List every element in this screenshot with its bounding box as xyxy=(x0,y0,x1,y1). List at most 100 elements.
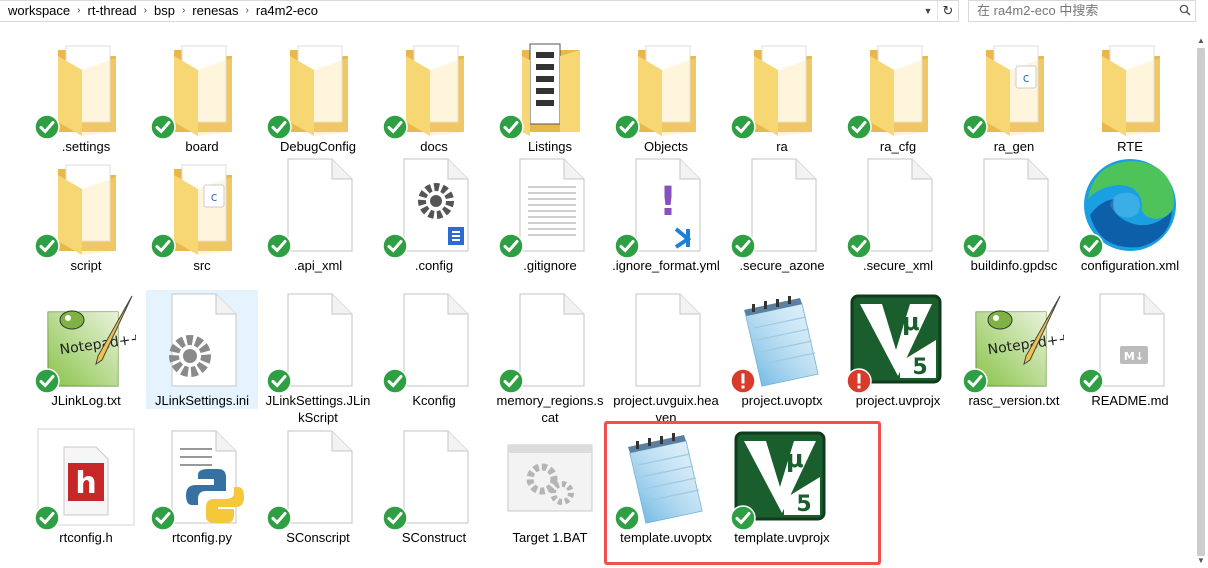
keil-uvision-icon: μ5 xyxy=(730,427,832,531)
file-item[interactable]: docs xyxy=(378,36,490,155)
file-item[interactable]: .gitignore xyxy=(494,155,606,274)
folder-c-icon: c xyxy=(962,36,1064,140)
chevron-right-icon[interactable]: › xyxy=(243,1,252,21)
sync-check-icon xyxy=(614,114,640,140)
file-item[interactable]: ra_cfg xyxy=(842,36,954,155)
file-item[interactable]: c ra_gen xyxy=(958,36,1070,155)
file-name-label: project.uvoptx xyxy=(741,393,823,408)
file-item[interactable]: template.uvoptx xyxy=(610,427,722,546)
file-name-label: docs xyxy=(420,139,448,154)
file-name-label: rtconfig.py xyxy=(172,530,232,545)
file-item[interactable]: project.uvguix.heaven xyxy=(610,290,722,426)
chevron-right-icon[interactable]: › xyxy=(74,1,83,21)
file-item[interactable]: Target 1.BAT xyxy=(494,427,606,546)
keil-uvision-icon: μ5 xyxy=(846,290,948,394)
file-item[interactable]: ra xyxy=(726,36,838,155)
file-name-label: project.uvguix.heaven xyxy=(613,393,719,425)
sync-check-icon xyxy=(382,114,408,140)
sync-check-icon xyxy=(846,233,872,259)
sync-check-icon xyxy=(614,233,640,259)
file-item[interactable]: c src xyxy=(146,155,258,274)
chevron-right-icon[interactable]: › xyxy=(141,1,150,21)
file-name-label: template.uvprojx xyxy=(734,530,830,545)
search-box[interactable] xyxy=(968,0,1196,22)
file-item[interactable]: Kconfig xyxy=(378,290,490,409)
sync-check-icon xyxy=(150,233,176,259)
batch-file-icon xyxy=(500,427,600,527)
search-icon[interactable] xyxy=(1179,4,1191,16)
file-name-label: Target 1.BAT xyxy=(512,530,588,545)
file-item[interactable]: M↓ README.md xyxy=(1074,290,1186,409)
refresh-icon[interactable]: ↻ xyxy=(937,1,958,21)
file-item[interactable]: JLinkSettings.ini xyxy=(146,290,258,409)
blank-file-icon xyxy=(498,290,600,394)
sync-check-icon xyxy=(962,368,988,394)
scrollbar-thumb[interactable] xyxy=(1197,48,1205,556)
file-item[interactable]: rtconfig.py xyxy=(146,427,258,546)
sync-check-icon xyxy=(1078,233,1104,259)
file-name-label: RTE xyxy=(1117,139,1143,154)
sync-check-icon xyxy=(382,505,408,531)
file-item[interactable]: configuration.xml xyxy=(1074,155,1186,274)
chevron-right-icon[interactable]: › xyxy=(179,1,188,21)
file-item[interactable]: .secure_azone xyxy=(726,155,838,274)
blank-file-icon xyxy=(266,290,368,394)
breadcrumb-item[interactable]: workspace xyxy=(4,1,74,21)
file-item[interactable]: Objects xyxy=(610,36,722,155)
file-item[interactable]: Notepad++ JLinkLog.txt xyxy=(30,290,143,409)
file-item[interactable]: .config xyxy=(378,155,490,274)
file-item[interactable]: script xyxy=(30,155,142,274)
scroll-down-icon[interactable]: ▼ xyxy=(1195,554,1207,566)
file-item[interactable]: DebugConfig xyxy=(262,36,374,155)
file-item[interactable]: SConstruct xyxy=(378,427,490,546)
address-bar[interactable]: workspace › rt-thread › bsp › renesas › ra4m2-ec… xyxy=(0,0,959,22)
folder-icon xyxy=(266,36,368,140)
file-item[interactable]: .api_xml xyxy=(262,155,374,274)
scroll-up-icon[interactable]: ▲ xyxy=(1195,34,1207,46)
yml-file-icon: ! xyxy=(614,155,716,259)
file-item[interactable]: Notepad++ rasc_version.txt xyxy=(958,290,1071,409)
svg-text:c: c xyxy=(1023,71,1030,85)
file-item[interactable]: Listings xyxy=(494,36,606,155)
folder-icon xyxy=(34,155,136,259)
file-item[interactable]: board xyxy=(146,36,258,155)
blank-file-icon xyxy=(266,427,368,531)
file-item[interactable]: RTE xyxy=(1074,36,1186,155)
file-name-label: .secure_azone xyxy=(739,258,825,273)
svg-text:c: c xyxy=(211,190,218,204)
python-file-icon xyxy=(150,427,252,531)
blank-file-icon xyxy=(266,155,368,259)
file-item[interactable]: .secure_xml xyxy=(842,155,954,274)
chevron-down-icon[interactable]: ▼ xyxy=(920,1,936,21)
file-item[interactable]: μ 5 project.uvprojx xyxy=(842,290,954,409)
search-input[interactable] xyxy=(977,1,1177,19)
svg-text:h: h xyxy=(75,466,96,501)
breadcrumb-item[interactable]: renesas xyxy=(188,1,242,21)
file-item[interactable]: .settings xyxy=(30,36,142,155)
blank-file-icon xyxy=(616,290,716,390)
folder-icon xyxy=(614,36,716,140)
file-name-label: Listings xyxy=(527,139,573,154)
file-item[interactable]: ! .ignore_format.yml xyxy=(610,155,722,274)
vertical-scrollbar[interactable]: ▲ ▼ xyxy=(1194,32,1208,568)
folder-icon xyxy=(150,36,252,140)
file-item[interactable]: JLinkSettings.JLinkScript xyxy=(262,290,374,426)
file-name-label: .ignore_format.yml xyxy=(612,258,720,273)
sync-check-icon xyxy=(730,114,756,140)
file-item[interactable]: project.uvoptx xyxy=(726,290,838,409)
file-item[interactable]: μ 5 template.uvprojx xyxy=(726,427,838,546)
sync-check-icon xyxy=(34,505,60,531)
sync-check-icon xyxy=(266,368,292,394)
breadcrumb-item[interactable]: rt-thread xyxy=(83,1,140,21)
sync-check-icon xyxy=(498,233,524,259)
file-name-label: JLinkSettings.ini xyxy=(155,393,249,408)
file-name-label: ra_cfg xyxy=(879,139,917,154)
breadcrumb-item[interactable]: ra4m2-eco xyxy=(252,1,322,21)
file-item[interactable]: memory_regions.scat xyxy=(494,290,606,426)
file-item[interactable]: buildinfo.gpdsc xyxy=(958,155,1070,274)
file-item[interactable]: SConscript xyxy=(262,427,374,546)
breadcrumb-item[interactable]: bsp xyxy=(150,1,179,21)
blank-file-icon xyxy=(382,427,484,531)
folder-icon xyxy=(382,36,484,140)
file-item[interactable]: h rtconfig.h xyxy=(30,427,142,546)
